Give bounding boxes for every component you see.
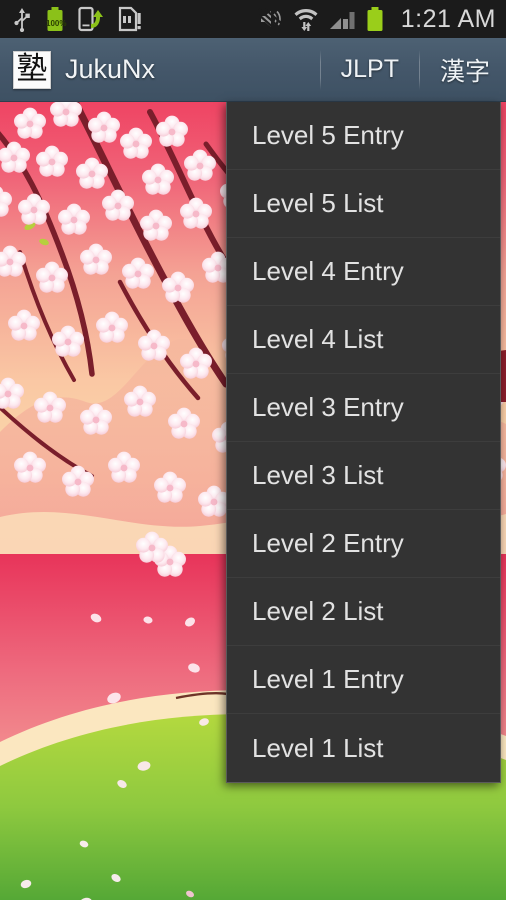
menu-item-level-1-list[interactable]: Level 1 List — [227, 714, 500, 782]
action-divider-2 — [418, 49, 420, 90]
menu-item-level-2-entry[interactable]: Level 2 Entry — [227, 510, 500, 578]
wifi-data-icon — [294, 9, 318, 31]
app-icon[interactable]: 塾 — [13, 50, 51, 89]
menu-item-level-3-entry[interactable]: Level 3 Entry — [227, 374, 500, 442]
signal-bars-icon — [329, 12, 355, 29]
menu-item-level-1-entry[interactable]: Level 1 Entry — [227, 646, 500, 714]
page-title: JukuNx — [65, 54, 156, 84]
status-bar-clock: 1:21 AM — [400, 4, 496, 33]
battery-icon — [367, 7, 383, 31]
status-bar-right-icons: 1:21 AM — [257, 5, 496, 34]
menu-item-level-4-list[interactable]: Level 4 List — [227, 306, 500, 374]
kanji-button[interactable]: 漢字 — [422, 48, 506, 92]
status-bar[interactable]: 100% 1:21 AM — [0, 0, 506, 38]
menu-item-level-5-entry[interactable]: Level 5 Entry — [227, 102, 500, 170]
usb-icon — [14, 8, 30, 32]
jlpt-dropdown-menu: Level 5 Entry Level 5 List Level 4 Entry… — [226, 102, 501, 783]
sd-card-alert-icon — [118, 6, 141, 32]
device-transfer-icon — [78, 6, 103, 32]
action-divider-1 — [319, 49, 321, 90]
menu-item-level-5-list[interactable]: Level 5 List — [227, 170, 500, 238]
status-bar-left-icons: 100% — [12, 6, 142, 32]
battery-charging-icon: 100% — [46, 6, 66, 32]
menu-item-level-4-entry[interactable]: Level 4 Entry — [227, 238, 500, 306]
action-bar: 塾 JukuNx JLPT 漢字 — [0, 38, 506, 102]
jlpt-button[interactable]: JLPT — [323, 48, 417, 92]
mute-vibrate-off-icon — [258, 8, 282, 30]
menu-item-level-3-list[interactable]: Level 3 List — [227, 442, 500, 510]
menu-item-level-2-list[interactable]: Level 2 List — [227, 578, 500, 646]
action-bar-actions: JLPT 漢字 — [318, 48, 506, 92]
